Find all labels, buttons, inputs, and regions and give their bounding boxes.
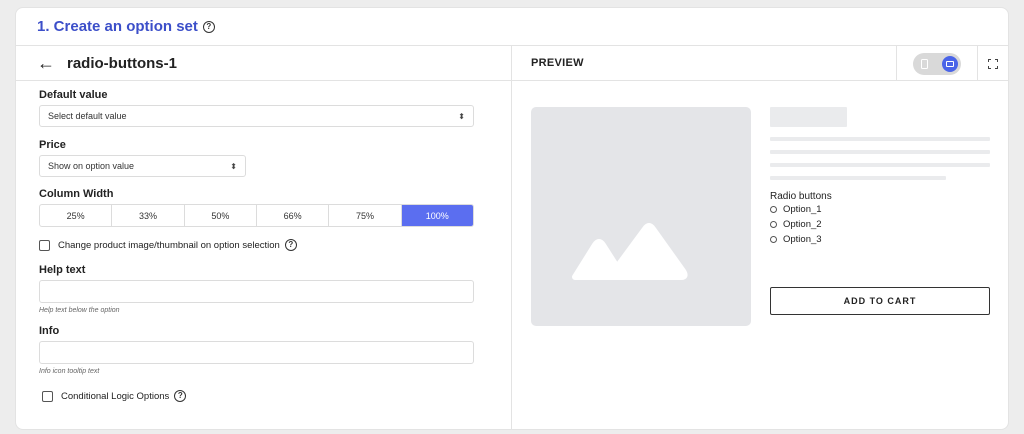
mobile-icon[interactable] [921,58,928,69]
column-width-50[interactable]: 50% [185,205,257,226]
column-width-100[interactable]: 100% [401,205,473,226]
conditional-logic-checkbox[interactable] [42,390,53,402]
help-icon[interactable]: ? [284,239,297,251]
column-width-25[interactable]: 25% [40,205,113,226]
preview-panel: PREVIEW Radio buttons Option_1 Option_2 … [512,46,1008,429]
select-arrows-icon: ⬍ [458,111,465,121]
default-value-select[interactable]: Select default value ⬍ [39,105,474,127]
page-title: 1. Create an option set [37,18,198,35]
device-toggle[interactable] [913,52,961,75]
conditional-logic-label: Conditional Logic Options [61,390,170,402]
column-width-75[interactable]: 75% [329,205,402,226]
skeleton-title [770,107,847,127]
skeleton-line [770,150,990,154]
option-form: Default value Select default value ⬍ Pri… [16,81,511,402]
price-label: Price [39,139,66,151]
select-arrows-icon: ⬍ [230,161,237,171]
change-image-label: Change product image/thumbnail on option… [58,239,280,251]
column-width-66[interactable]: 66% [257,205,330,226]
conditional-logic-row: Conditional Logic Options ? [42,390,511,402]
column-width-selector: 25% 33% 50% 66% 75% 100% [39,204,474,227]
radio-option-label: Option_1 [783,204,822,215]
change-image-row: Change product image/thumbnail on option… [39,239,511,251]
help-icon[interactable]: ? [202,20,215,33]
default-value-label: Default value [39,89,108,101]
column-width-33[interactable]: 33% [112,205,185,226]
option-set-card: 1. Create an option set ? ← radio-button… [15,7,1009,430]
info-hint: Info icon tooltip text [39,368,100,375]
help-text-hint: Help text below the option [39,307,120,314]
default-value-placeholder: Select default value [48,111,127,121]
help-icon[interactable]: ? [174,390,187,402]
skeleton-line [770,137,990,141]
back-arrow-icon[interactable]: ← [37,54,55,72]
preview-header: PREVIEW [512,46,1008,81]
column-width-label: Column Width [39,188,114,200]
image-placeholder-icon [572,223,688,280]
option-name: radio-buttons-1 [67,54,177,72]
preview-title: PREVIEW [531,57,584,69]
help-text-label: Help text [39,264,86,276]
price-value: Show on option value [48,161,135,171]
add-to-cart-button[interactable]: ADD TO CART [770,287,990,315]
info-input[interactable] [39,341,474,364]
info-label: Info [39,325,60,337]
change-image-checkbox[interactable] [39,239,50,251]
radio-circle[interactable] [770,236,777,243]
expand-icon [988,58,998,69]
desktop-icon[interactable] [942,55,958,72]
price-select[interactable]: Show on option value ⬍ [39,155,246,177]
radio-circle[interactable] [770,206,777,213]
radio-group-title: Radio buttons [770,191,832,202]
radio-option[interactable]: Option_1 [770,204,822,215]
help-text-input[interactable] [39,280,474,303]
editor-panel: ← radio-buttons-1 Default value Select d… [16,46,512,429]
card-header: 1. Create an option set ? [16,8,1008,46]
skeleton-line [770,163,990,167]
device-toggle-container [896,46,978,81]
expand-button[interactable] [978,46,1008,81]
radio-option[interactable]: Option_3 [770,234,822,245]
editor-header: ← radio-buttons-1 [16,46,511,81]
radio-option-label: Option_3 [783,234,822,245]
radio-circle[interactable] [770,221,777,228]
radio-option-label: Option_2 [783,219,822,230]
skeleton-line [770,176,946,180]
product-image-placeholder [531,107,751,326]
radio-option[interactable]: Option_2 [770,219,822,230]
